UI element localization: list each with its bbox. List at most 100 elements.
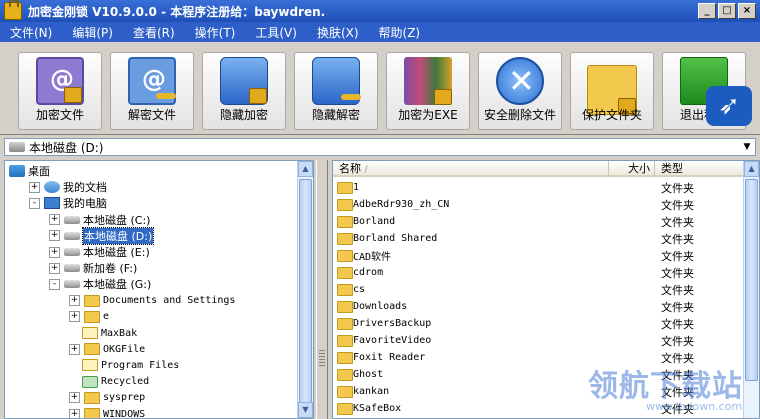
list-item[interactable]: Borland Shared 文件夹 (333, 230, 745, 247)
splitter-grip[interactable] (319, 350, 325, 366)
list-item[interactable]: cs 文件夹 (333, 281, 745, 298)
decrypt-file-button[interactable]: 解密文件 (110, 52, 194, 130)
fold-icon (82, 359, 98, 372)
expand-icon[interactable]: + (49, 246, 60, 258)
secure-delete-button[interactable]: 安全删除文件 (478, 52, 562, 130)
collapse-icon[interactable]: - (49, 278, 60, 290)
collapse-icon[interactable]: - (29, 197, 40, 209)
folder-icon (337, 249, 353, 262)
minimize-button[interactable]: _ (698, 3, 716, 19)
expand-icon[interactable]: + (49, 214, 60, 226)
protect-folder-button[interactable]: 保护文件夹 (570, 52, 654, 130)
bird-logo-icon: ➶ (706, 86, 752, 126)
scroll-up-icon[interactable]: ▲ (744, 161, 759, 177)
tree-node[interactable]: + WINDOWS (69, 406, 146, 419)
tree-node-label: 本地磁盘 (E:) (83, 246, 150, 259)
tree-node[interactable]: - 本地磁盘 (G:) (49, 276, 151, 292)
column-type[interactable]: 类型 (655, 161, 745, 177)
expand-icon[interactable]: + (29, 181, 40, 193)
toolbar: 加密文件 解密文件 隐藏加密 隐藏解密 加密为EXE 安全删除文件 保护文件夹 … (0, 42, 760, 135)
list-item[interactable]: FavoriteVideo 文件夹 (333, 332, 745, 349)
secure-delete-label: 安全删除文件 (483, 108, 556, 122)
expand-icon[interactable]: + (49, 262, 60, 274)
tree-node[interactable]: Recycled (69, 374, 149, 390)
list-scrollbar[interactable]: ▲ (743, 161, 759, 418)
menu-help[interactable]: 帮助(Z) (369, 24, 431, 41)
tree-node[interactable]: + 本地磁盘 (C:) (49, 212, 150, 228)
tree-node-label: Program Files (101, 359, 180, 371)
window-controls: _ □ × (698, 3, 756, 19)
folder-icon (337, 351, 353, 364)
encrypt-exe-button[interactable]: 加密为EXE (386, 52, 470, 130)
list-item-name: Borland Shared (353, 233, 438, 244)
scroll-down-icon[interactable]: ▼ (298, 402, 313, 418)
list-item[interactable]: AdbeRdr930_zh_CN 文件夹 (333, 196, 745, 213)
menu-edit[interactable]: 编辑(P) (62, 24, 123, 41)
address-combo[interactable]: 本地磁盘 (D:) ▼ (4, 138, 756, 156)
tree-node[interactable]: + sysprep (69, 390, 145, 406)
list-item[interactable]: Downloads 文件夹 (333, 298, 745, 315)
list-item[interactable]: DriversBackup 文件夹 (333, 315, 745, 332)
tree-node-label: 新加卷 (F:) (83, 262, 138, 276)
list-item-type: 文件夹 (661, 181, 694, 195)
folder-icon (337, 215, 353, 228)
watermark-text: 领航下载站 (588, 369, 743, 404)
expand-icon[interactable]: + (69, 408, 80, 418)
hidden-decrypt-button[interactable]: 隐藏解密 (294, 52, 378, 130)
column-size[interactable]: 大小 (609, 161, 655, 177)
expand-icon[interactable]: + (69, 295, 80, 307)
list-item[interactable]: cdrom 文件夹 (333, 264, 745, 281)
list-item[interactable]: Borland 文件夹 (333, 213, 745, 230)
encrypt-file-button[interactable]: 加密文件 (18, 52, 102, 130)
fold-icon (82, 327, 98, 339)
menu-file[interactable]: 文件(N) (0, 24, 62, 41)
expand-icon[interactable]: + (69, 392, 80, 404)
expand-icon[interactable]: + (49, 230, 60, 242)
folder-icon (337, 232, 353, 245)
hidden-decrypt-label: 隐藏解密 (311, 108, 360, 122)
decrypt-book-icon (128, 57, 176, 105)
tree-node[interactable]: + 新加卷 (F:) (49, 260, 137, 276)
expand-icon[interactable]: + (69, 343, 80, 355)
fold-icon (84, 343, 100, 356)
tree-node-label: sysprep (103, 392, 146, 404)
tree-node-label: WINDOWS (103, 408, 146, 419)
docs-icon (44, 181, 60, 194)
tree-node[interactable]: 桌面 (9, 163, 50, 179)
tree-node[interactable]: MaxBak (69, 325, 137, 341)
fold-icon (84, 310, 100, 323)
menu-tools[interactable]: 工具(V) (245, 24, 307, 41)
expand-icon[interactable]: + (69, 311, 80, 323)
tree-node[interactable]: + 本地磁盘 (E:) (49, 244, 150, 260)
list-item[interactable]: CAD软件 文件夹 (333, 247, 745, 264)
desktop-icon (9, 165, 25, 177)
menu-skin[interactable]: 换肤(X) (307, 24, 369, 41)
hidden-encrypt-button[interactable]: 隐藏加密 (202, 52, 286, 130)
tree-node[interactable]: Program Files (69, 357, 179, 373)
chevron-down-icon[interactable]: ▼ (739, 139, 755, 155)
hidden-encrypt-disk-icon (220, 57, 268, 105)
maximize-button[interactable]: □ (718, 3, 736, 19)
tree-node[interactable]: + Documents and Settings (69, 293, 235, 309)
menu-operate[interactable]: 操作(T) (185, 24, 246, 41)
decrypt-file-label: 解密文件 (127, 108, 176, 122)
scrollbar-thumb[interactable] (745, 179, 758, 381)
scrollbar-thumb[interactable] (299, 179, 312, 403)
pane-splitter[interactable] (316, 160, 328, 419)
list-item[interactable]: 1 文件夹 (333, 179, 745, 196)
window-title: 加密金刚锁 V10.9.0.0 - 本程序注册给：baywdren. (28, 4, 326, 19)
menu-view[interactable]: 查看(R) (123, 24, 185, 41)
tree-node[interactable]: + 我的文档 (29, 179, 107, 195)
tree-node[interactable]: + OKGFile (69, 341, 145, 357)
tree-node[interactable]: + e (69, 309, 109, 325)
drv-icon (64, 280, 80, 289)
title-bar: 加密金刚锁 V10.9.0.0 - 本程序注册给：baywdren. _ □ × (0, 0, 760, 22)
tree-scrollbar[interactable]: ▲ ▼ (297, 161, 313, 418)
folder-icon (337, 181, 353, 194)
column-name[interactable]: 名称 / (333, 161, 609, 177)
tree-node-label: OKGFile (103, 343, 146, 355)
tree-node[interactable]: + 本地磁盘 (D:) (49, 226, 155, 245)
close-button[interactable]: × (738, 3, 756, 19)
scroll-up-icon[interactable]: ▲ (298, 161, 313, 177)
tree-node[interactable]: - 我的电脑 (29, 195, 107, 211)
